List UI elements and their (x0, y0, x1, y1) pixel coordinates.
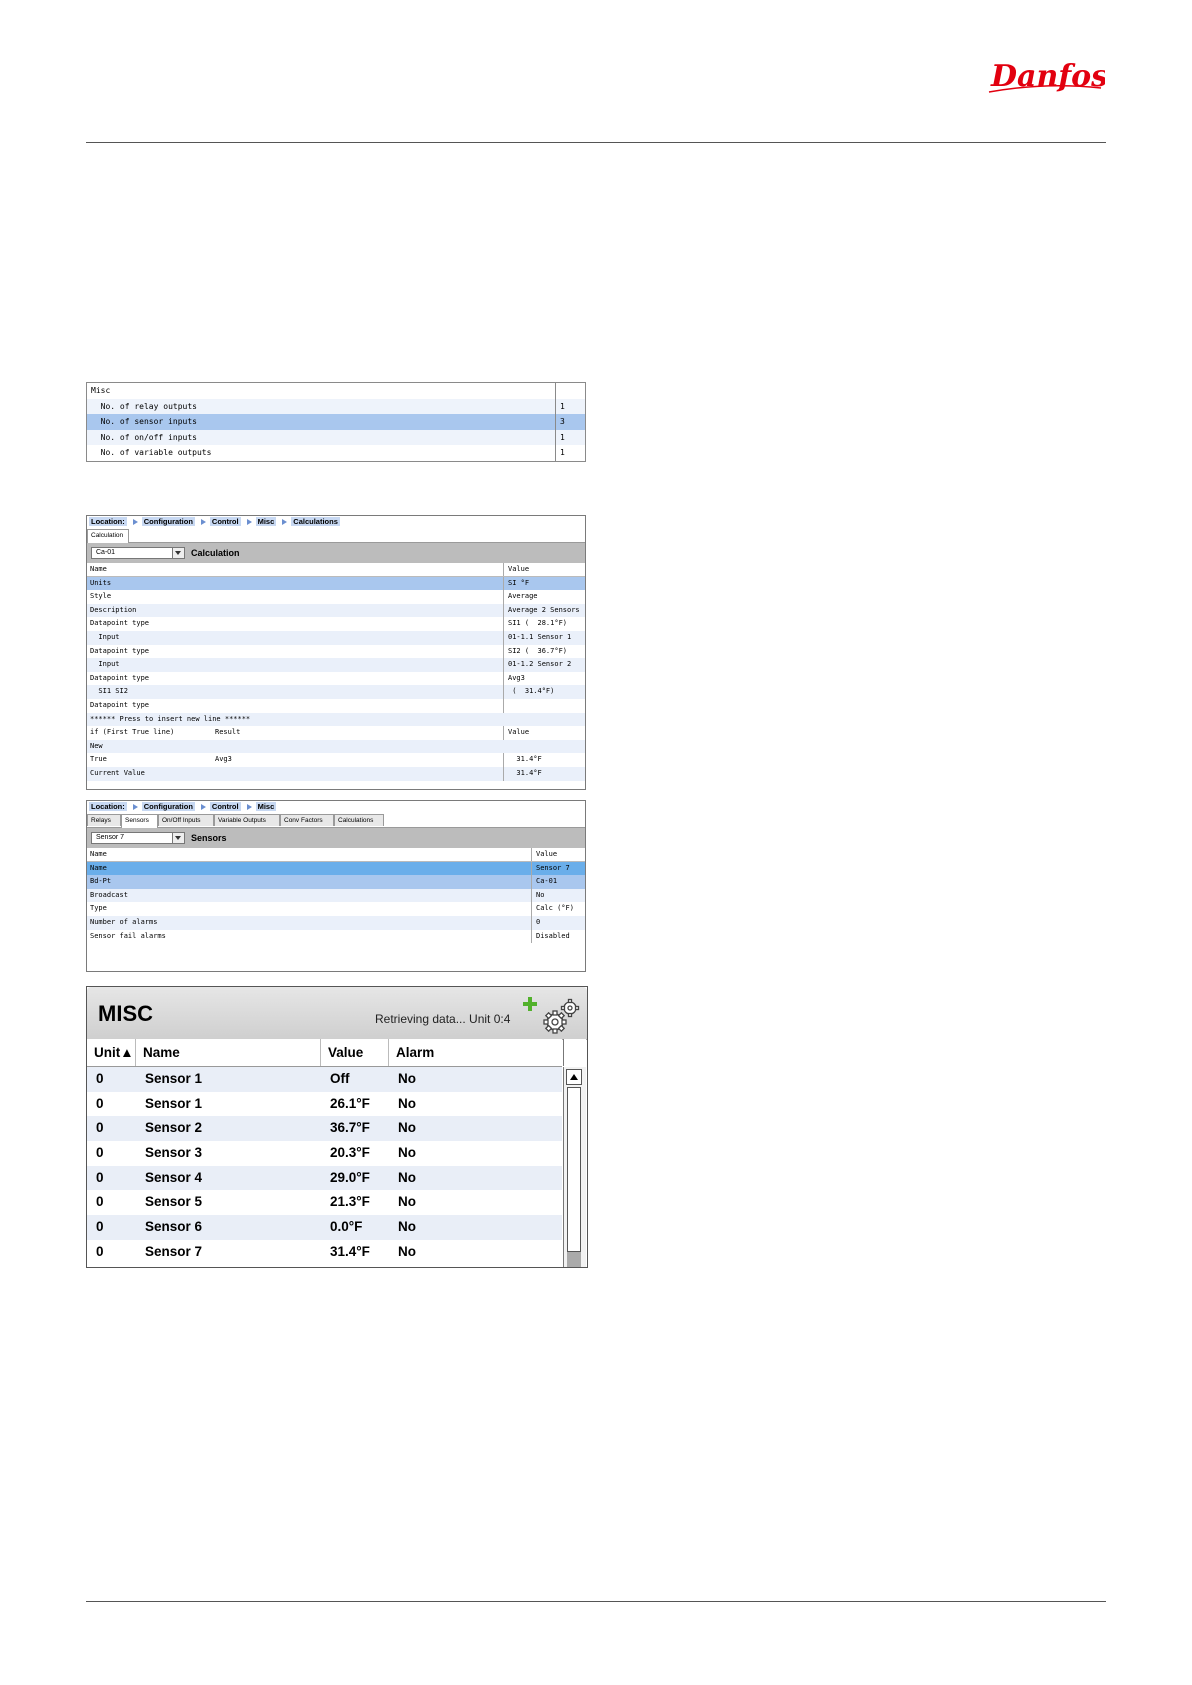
table-row[interactable]: Name Sensor 7 (87, 861, 585, 876)
table-row[interactable]: 0 Sensor 5 21.3°F No (87, 1190, 562, 1215)
table-row[interactable]: Units SI °F (87, 576, 585, 591)
breadcrumb-arrow-icon (282, 519, 288, 526)
breadcrumb-arrow-icon (200, 804, 206, 811)
table-row[interactable]: Broadcast No (87, 888, 585, 903)
tab-sensors[interactable]: Sensors (121, 814, 158, 828)
column-value[interactable]: Value (321, 1039, 389, 1066)
breadcrumb: Location: Configuration Control Misc (89, 802, 277, 811)
table-row[interactable]: 0 Sensor 3 20.3°F No (87, 1141, 562, 1166)
crumb-control[interactable]: Control (209, 802, 241, 811)
table-row[interactable]: No. of variable outputs 1 (87, 445, 585, 461)
crumb-control[interactable]: Control (209, 517, 241, 526)
panel-title: Calculation (191, 548, 240, 558)
table-row[interactable]: Bd-Pt Ca-01 (87, 875, 585, 889)
column-name[interactable]: Name (136, 1039, 321, 1066)
table-row[interactable]: if (First True line) Result Value (87, 726, 585, 740)
tab-relays[interactable]: Relays (87, 814, 121, 826)
sensor-select[interactable]: Sensor 7 (91, 832, 185, 844)
sensors-grid: Name Value Name Sensor 7 Bd-Pt Ca-01 Broadc… (87, 848, 585, 944)
table-row[interactable]: No. of relay outputs 1 (87, 398, 585, 415)
table-row[interactable]: Datapoint type (87, 698, 585, 713)
calculation-panel: Location: Configuration Control Misc Calcula… (86, 515, 586, 790)
table-row[interactable]: 0 Sensor 1 Off No (87, 1067, 562, 1092)
calculation-select[interactable]: Ca-01 (91, 547, 185, 559)
table-row[interactable]: Type Calc (°F) (87, 902, 585, 916)
grid-header: Name Value (87, 563, 585, 577)
table-row[interactable]: Input 01-1.2 Sensor 2 (87, 658, 585, 672)
status-text: Retrieving data... Unit 0:4 (375, 1012, 511, 1026)
tab-conv-factors[interactable]: Conv Factors (280, 814, 334, 826)
tab-calculation[interactable]: Calculation (87, 529, 129, 543)
gear-icon[interactable] (541, 997, 581, 1035)
breadcrumb-arrow-icon (200, 519, 206, 526)
table-row[interactable]: Datapoint type Avg3 (87, 671, 585, 686)
danfoss-logo: Danfoss (988, 59, 1105, 94)
widget-header: MISC Retrieving data... Unit 0:4 (87, 987, 587, 1040)
table-row[interactable]: Current Value 31.4°F (87, 766, 585, 781)
breadcrumb-arrow-icon (246, 519, 252, 526)
breadcrumb: Location: Configuration Control Misc Calcula… (89, 517, 340, 526)
table-body: 0 Sensor 1 Off No 0 Sensor 1 26.1°F No 0 Sensor… (87, 1067, 562, 1265)
table-row[interactable]: Sensor fail alarms Disabled (87, 929, 585, 944)
table-row[interactable]: No. of sensor inputs 3 (87, 414, 585, 430)
misc-widget: MISC Retrieving data... Unit 0:4 Unit▲ N… (86, 986, 588, 1268)
grid-header: Name Value (87, 848, 585, 862)
tab-bar: Calculation (87, 528, 585, 543)
header-rule (86, 142, 1106, 143)
breadcrumb-arrow-icon (132, 804, 138, 811)
table-row[interactable]: New (87, 739, 585, 754)
footer-rule (86, 1601, 1106, 1602)
table-row[interactable]: Description Average 2 Sensors (87, 603, 585, 618)
calculation-grid: Name Value Units SI °F Style Average Descri… (87, 563, 585, 781)
column-alarm[interactable]: Alarm (389, 1039, 562, 1066)
table-row[interactable]: SI1 SI2 ( 31.4°F) (87, 685, 585, 699)
table-header: Unit▲ Name Value Alarm (87, 1039, 562, 1067)
table-row[interactable]: Style Average (87, 590, 585, 604)
selector-bar: Sensor 7 Sensors (87, 828, 585, 848)
tab-on-off-inputs[interactable]: On/Off Inputs (158, 814, 214, 826)
table-row[interactable]: True Avg3 31.4°F (87, 753, 585, 767)
table-row[interactable]: Datapoint type SI1 ( 28.1°F) (87, 617, 585, 631)
scrollbar[interactable] (563, 1067, 586, 1267)
table-row[interactable]: 0 Sensor 7 31.4°F No (87, 1240, 562, 1265)
column-unit[interactable]: Unit▲ (87, 1039, 136, 1066)
sensors-panel: Location: Configuration Control Misc Relays… (86, 800, 586, 972)
crumb-configuration[interactable]: Configuration (141, 517, 195, 526)
selector-bar: Ca-01 Calculation (87, 543, 585, 563)
table-row[interactable]: 0 Sensor 2 36.7°F No (87, 1116, 562, 1142)
scrollbar-track[interactable] (567, 1087, 581, 1252)
insert-line-row[interactable]: ****** Press to insert new line ****** (87, 712, 585, 727)
table-row[interactable]: Misc (87, 383, 585, 399)
table-row[interactable]: Input 01-1.1 Sensor 1 (87, 630, 585, 645)
panel-title: Sensors (191, 833, 227, 843)
table-row[interactable]: Number of alarms 0 (87, 915, 585, 930)
tab-calculations[interactable]: Calculations (334, 814, 384, 826)
table-row[interactable]: 0 Sensor 6 0.0°F No (87, 1215, 562, 1240)
scrollbar-header (563, 1039, 586, 1066)
table-row[interactable]: Datapoint type SI2 ( 36.7°F) (87, 644, 585, 659)
breadcrumb-arrow-icon (132, 519, 138, 526)
scroll-up-icon[interactable] (566, 1069, 582, 1085)
crumb-configuration[interactable]: Configuration (141, 802, 195, 811)
crumb-misc[interactable]: Misc (255, 517, 277, 526)
plus-icon[interactable] (523, 997, 537, 1011)
chevron-down-icon[interactable] (172, 548, 184, 558)
crumb-misc[interactable]: Misc (255, 802, 277, 811)
breadcrumb-arrow-icon (246, 804, 252, 811)
misc-count-table: Misc No. of relay outputs 1 No. of sensor… (86, 382, 586, 462)
chevron-down-icon[interactable] (172, 833, 184, 843)
table-row[interactable]: No. of on/off inputs 1 (87, 429, 585, 446)
crumb-calculations[interactable]: Calculations (291, 517, 340, 526)
table-row[interactable]: 0 Sensor 4 29.0°F No (87, 1165, 562, 1191)
scrollbar-thumb[interactable] (567, 1252, 581, 1267)
table-row[interactable]: 0 Sensor 1 26.1°F No (87, 1092, 562, 1117)
tab-bar: Relays Sensors On/Off Inputs Variable Ou… (87, 813, 585, 828)
tab-variable-outputs[interactable]: Variable Outputs (214, 814, 280, 826)
widget-title: MISC (98, 1001, 153, 1026)
